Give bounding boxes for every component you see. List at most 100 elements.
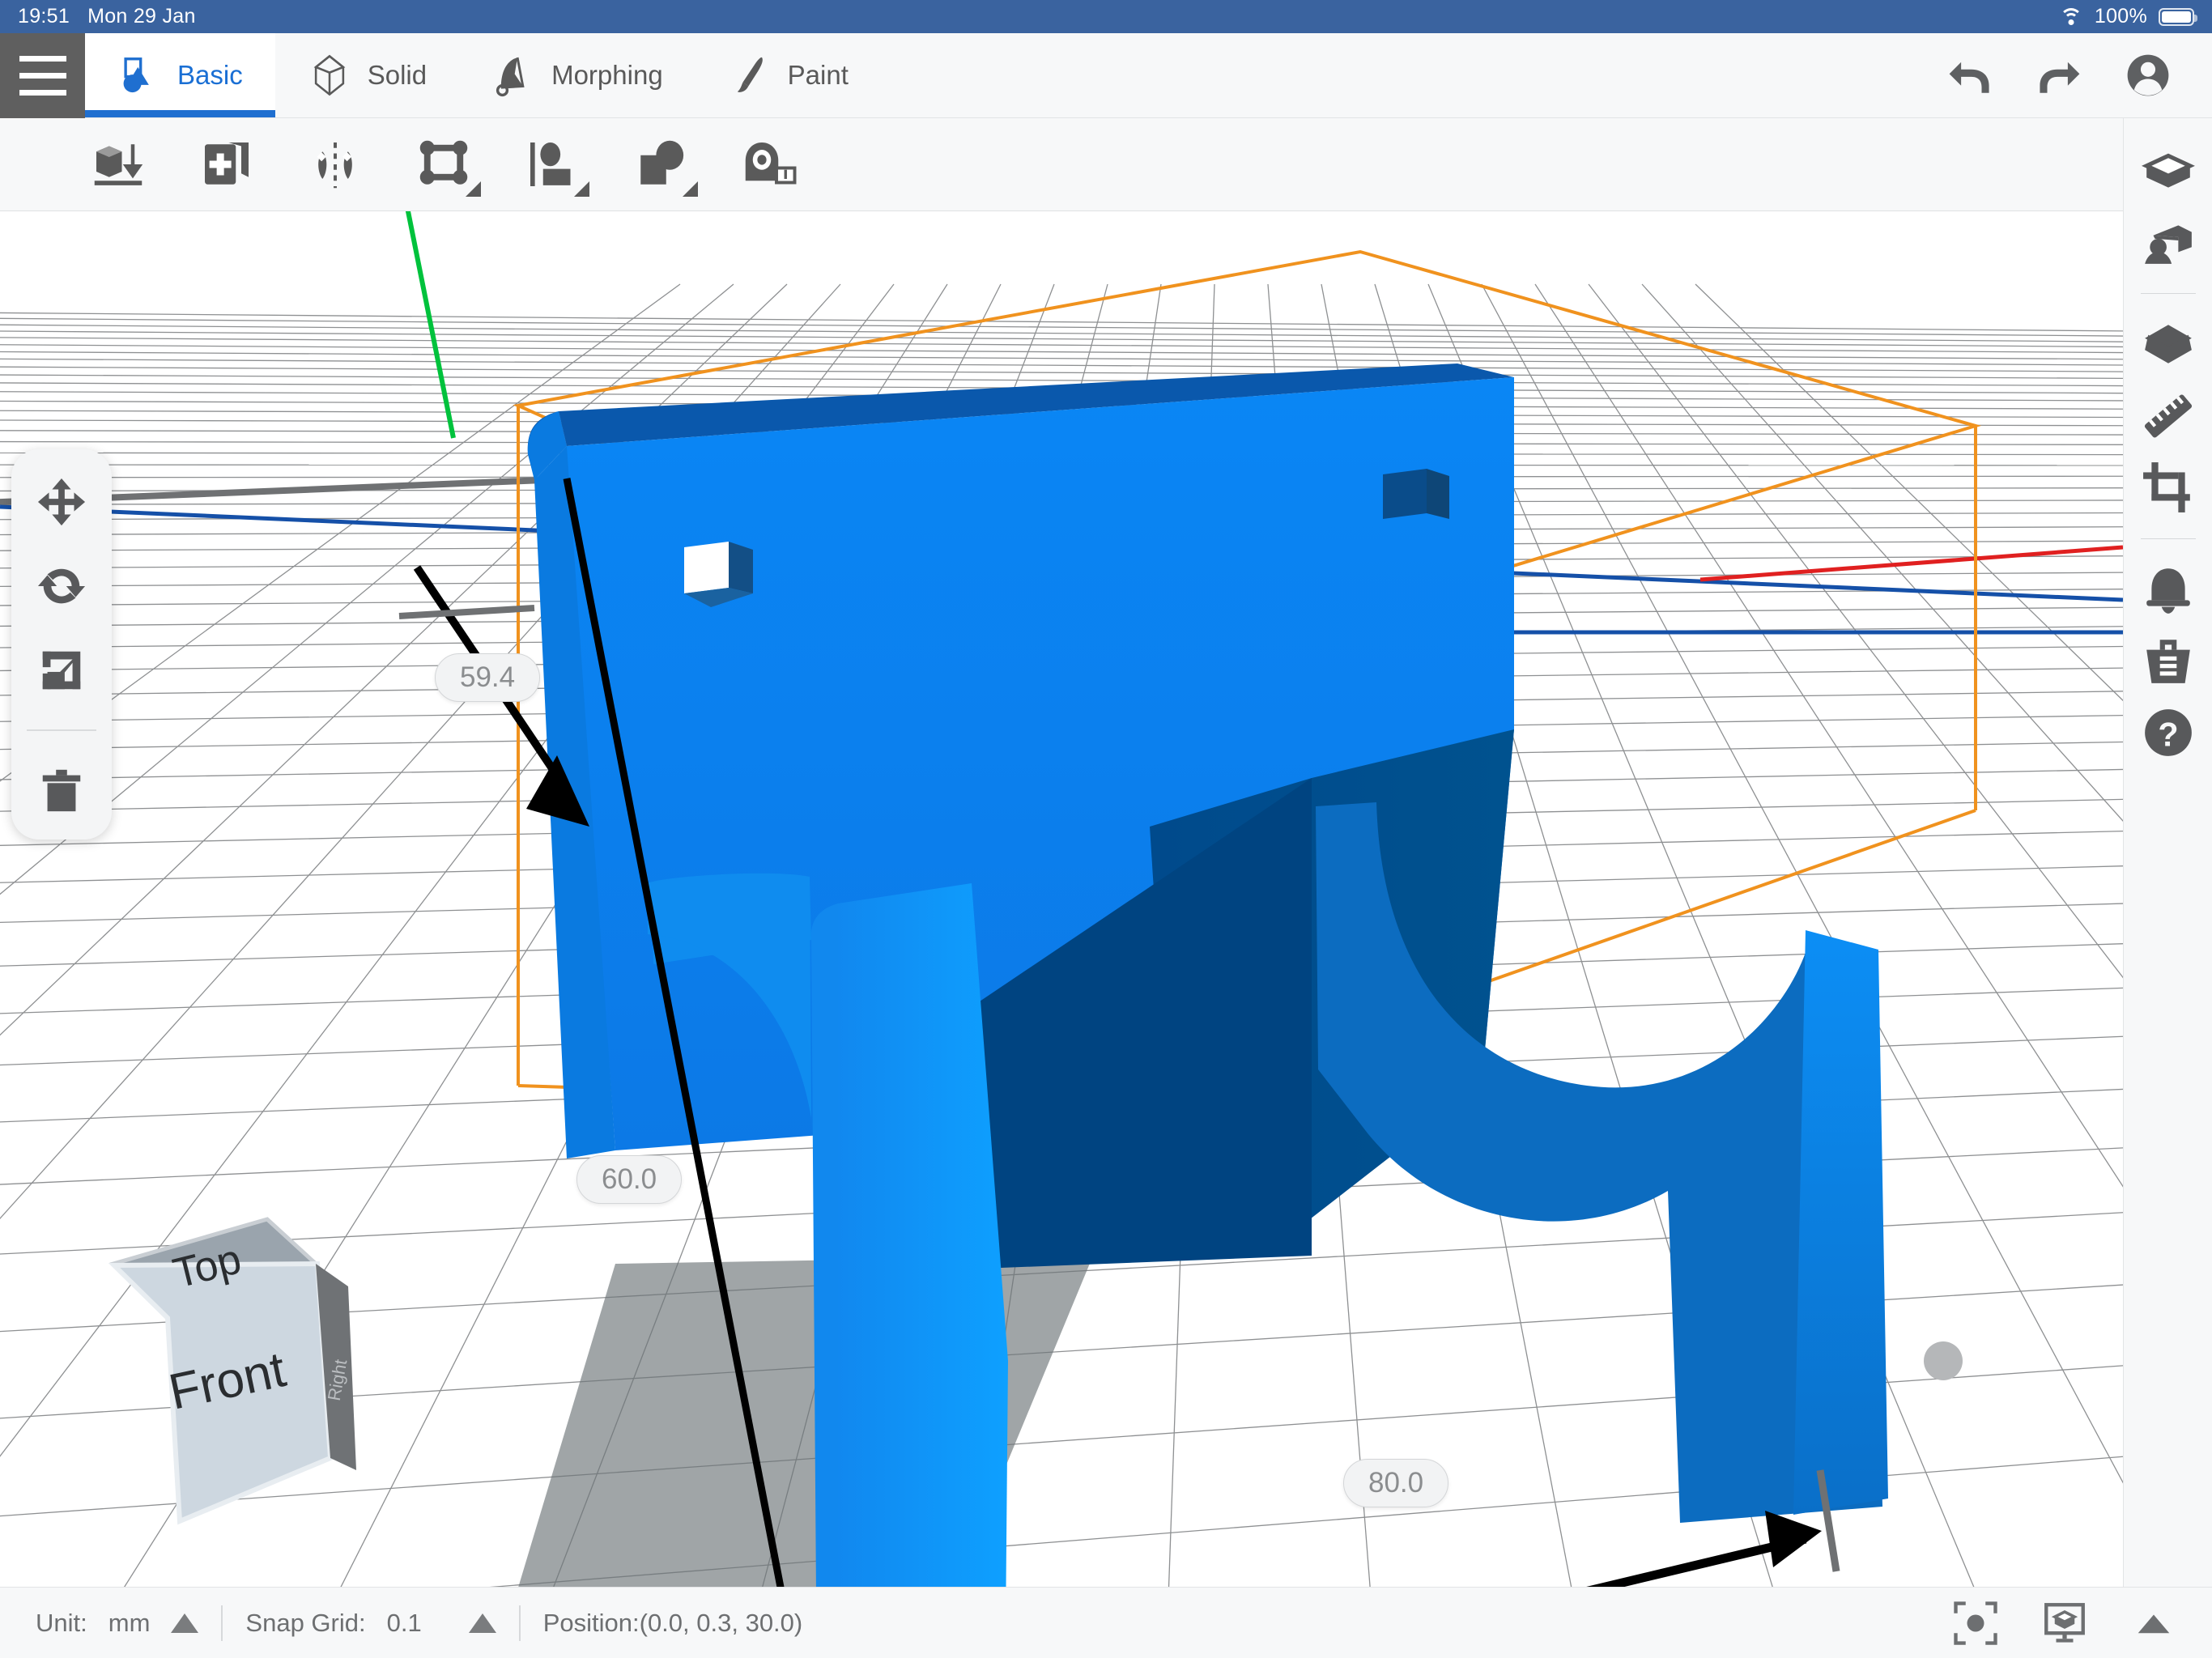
battery-percent-label: 100% — [2095, 5, 2147, 28]
delete-tool[interactable] — [36, 765, 87, 815]
width-dimension[interactable]: 80.0 — [1343, 1459, 1448, 1507]
cube-icon — [2142, 144, 2195, 198]
model-right-wall — [1793, 930, 1888, 1515]
scene-person-icon — [2142, 215, 2195, 269]
book-plus-icon — [198, 135, 256, 193]
crop-panel-button[interactable] — [2142, 461, 2195, 514]
scale-tool[interactable] — [36, 645, 87, 695]
preview-render-button[interactable] — [2042, 1601, 2087, 1646]
depth-dimension[interactable]: 60.0 — [576, 1155, 682, 1204]
position-readout: Position:(0.0, 0.3, 30.0) — [543, 1609, 803, 1638]
tab-list: Basic Solid Morphing — [85, 33, 881, 117]
unit-group: Unit: mm — [0, 1609, 198, 1638]
tab-solid[interactable]: Solid — [275, 33, 459, 117]
snap-grid-caret-up-icon[interactable] — [469, 1613, 496, 1633]
submenu-indicator — [466, 181, 481, 197]
layers-panel-button[interactable] — [2142, 318, 2195, 372]
unit-caret-up-icon[interactable] — [171, 1613, 198, 1633]
unit-label: Unit: — [36, 1609, 87, 1638]
height-dimension[interactable]: 59.4 — [435, 653, 540, 702]
mounting-hole-left-wall — [729, 542, 753, 593]
hamburger-menu-icon[interactable] — [0, 33, 85, 118]
rotate-tool[interactable] — [36, 561, 87, 611]
status-time: 19:51 — [18, 5, 70, 28]
mirror-tool[interactable] — [306, 135, 364, 193]
add-object-tool[interactable] — [198, 135, 256, 193]
notifications-button[interactable] — [2142, 563, 2195, 617]
transform-tool[interactable] — [415, 135, 473, 193]
mounting-hole-left — [684, 542, 729, 593]
layers-icon — [2142, 318, 2195, 372]
mirror-split-icon — [306, 135, 364, 193]
align-tool[interactable] — [523, 135, 581, 193]
basic-shapes-icon — [117, 53, 161, 97]
undo-arrow-icon[interactable] — [1946, 52, 1993, 99]
submenu-indicator — [574, 181, 589, 197]
boolean-shapes-icon — [632, 135, 690, 193]
user-account-icon[interactable] — [2125, 52, 2172, 99]
snap-grid-group: Snap Grid: 0.1 — [245, 1609, 496, 1638]
morphing-icon — [491, 53, 535, 97]
main-tab-bar: Basic Solid Morphing — [0, 33, 2212, 118]
tab-morphing[interactable]: Morphing — [459, 33, 696, 117]
sidebar-separator — [2141, 538, 2196, 539]
box-drop-down-icon — [89, 135, 147, 193]
divider — [221, 1605, 223, 1641]
status-bottom-bar: Unit: mm Snap Grid: 0.1 Position:(0.0, 0… — [0, 1587, 2212, 1658]
focus-target-button[interactable] — [1953, 1601, 1998, 1646]
tab-paint[interactable]: Paint — [696, 33, 881, 117]
right-sidebar: ? — [2123, 118, 2212, 1587]
3d-viewport[interactable]: Top Front Right 59.4 60.0 80.0 — [0, 211, 2123, 1587]
focus-target-icon — [1953, 1601, 1998, 1646]
scale-resize-icon — [36, 645, 87, 695]
status-bar-right: 100% — [2059, 5, 2212, 28]
tab-solid-label: Solid — [368, 60, 427, 91]
library-button[interactable] — [2142, 635, 2195, 688]
toolbox-icon — [2142, 635, 2195, 688]
submenu-indicator — [683, 181, 698, 197]
position-group: Position:(0.0, 0.3, 30.0) — [543, 1609, 803, 1638]
crop-icon — [2142, 461, 2195, 514]
trash-icon — [36, 765, 87, 815]
help-question-icon: ? — [2142, 706, 2195, 759]
basic-tool-strip — [0, 118, 2123, 211]
boolean-tool[interactable] — [632, 135, 690, 193]
status-bar-left: 19:51 Mon 29 Jan — [0, 5, 196, 28]
scene-panel-button[interactable] — [2142, 215, 2195, 269]
ruler-icon — [2142, 389, 2195, 443]
move-tool[interactable] — [36, 477, 87, 527]
snap-grid-value[interactable]: 0.1 — [387, 1609, 422, 1638]
battery-full-icon — [2159, 8, 2194, 26]
monitor-cube-icon — [2042, 1601, 2087, 1646]
measure-panel-button[interactable] — [2142, 389, 2195, 443]
redo-arrow-icon[interactable] — [2035, 52, 2082, 99]
ios-status-bar: 19:51 Mon 29 Jan 100% — [0, 0, 2212, 33]
transform-toolbar — [11, 449, 112, 840]
tab-basic[interactable]: Basic — [85, 33, 275, 117]
tab-morphing-label: Morphing — [551, 60, 663, 91]
bottom-bar-actions — [1953, 1601, 2212, 1646]
toolbar-separator — [27, 729, 96, 731]
rotation-handle[interactable] — [1924, 1341, 1963, 1380]
bounding-box-icon — [415, 135, 473, 193]
bell-icon — [2142, 563, 2195, 617]
solid-crystal-icon — [308, 53, 351, 97]
3d-scene: Top Front Right — [0, 211, 2123, 1587]
rotate-refresh-icon — [36, 561, 87, 611]
move-arrows-icon — [36, 477, 87, 527]
status-date: Mon 29 Jan — [87, 5, 196, 28]
mounting-hole-right-wall — [1427, 469, 1449, 519]
mounting-hole-right — [1383, 469, 1427, 519]
help-button[interactable]: ? — [2142, 706, 2195, 759]
tab-basic-label: Basic — [177, 60, 243, 91]
unit-value[interactable]: mm — [108, 1609, 151, 1638]
objects-panel-button[interactable] — [2142, 144, 2195, 198]
align-left-icon — [523, 135, 581, 193]
tape-measure-icon — [740, 135, 798, 193]
divider — [519, 1605, 521, 1641]
sidebar-separator — [2141, 293, 2196, 294]
drop-to-floor-tool[interactable] — [89, 135, 147, 193]
expand-panel-button[interactable] — [2131, 1601, 2176, 1646]
measure-tool[interactable] — [740, 135, 798, 193]
tabbar-actions — [1946, 33, 2212, 117]
